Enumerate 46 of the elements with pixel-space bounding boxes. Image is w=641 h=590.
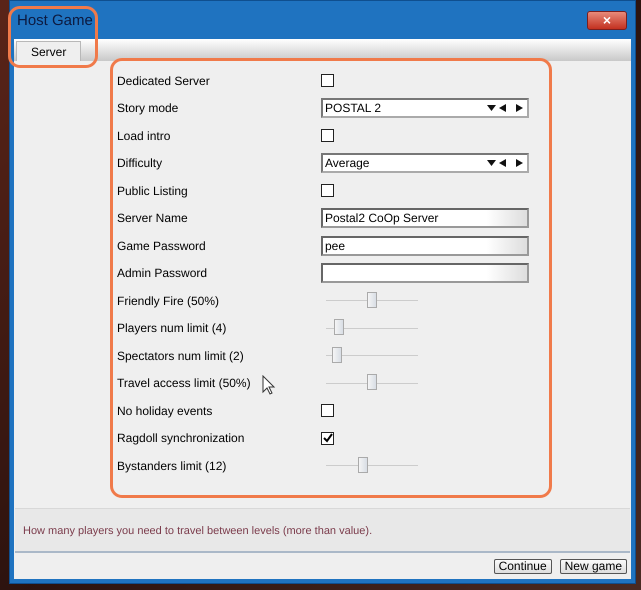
setting-label: Load intro <box>117 128 170 143</box>
dropdown[interactable]: POSTAL 2 <box>321 98 529 118</box>
setting-label: Bystanders limit (12) <box>117 458 226 473</box>
dropdown-value: Average <box>325 156 370 170</box>
checkbox[interactable] <box>321 404 334 418</box>
setting-label: No holiday events <box>117 404 212 418</box>
setting-label: Ragdoll synchronization <box>117 431 244 446</box>
slider[interactable] <box>326 322 418 334</box>
window-title: Host Game <box>17 12 93 28</box>
cursor-icon <box>262 375 276 395</box>
text-field[interactable]: Postal2 CoOp Server <box>321 208 529 228</box>
slider[interactable] <box>326 350 418 362</box>
checkbox[interactable] <box>321 184 334 198</box>
setting-label: Public Listing <box>117 184 188 198</box>
dropdown-arrows-icon[interactable] <box>487 158 525 168</box>
slider[interactable] <box>326 460 418 472</box>
slider-thumb[interactable] <box>334 319 344 336</box>
slider-thumb[interactable] <box>367 374 377 390</box>
setting-label: Difficulty <box>117 156 162 170</box>
dropdown-arrows-icon[interactable] <box>487 103 525 114</box>
setting-label: Players num limit (4) <box>117 321 226 336</box>
tab[interactable]: Server <box>16 41 82 61</box>
close-button[interactable]: × <box>587 10 627 30</box>
checkbox[interactable] <box>321 129 334 142</box>
setting-label: Dedicated Server <box>117 74 210 88</box>
checkbox[interactable] <box>321 432 334 445</box>
dialog-button[interactable]: Continue <box>494 558 552 574</box>
setting-label: Travel access limit (50%) <box>117 376 251 390</box>
slider-thumb[interactable] <box>367 292 377 308</box>
dropdown-value: POSTAL 2 <box>325 101 382 116</box>
text-field[interactable]: pee <box>321 236 529 256</box>
dropdown[interactable]: Average <box>321 153 529 174</box>
setting-label: Game Password <box>117 238 206 253</box>
hint-text: How many players you need to travel between levels (more than value). <box>23 525 372 537</box>
slider[interactable] <box>326 377 418 390</box>
dialog-button[interactable]: New game <box>560 558 627 574</box>
slider[interactable] <box>326 294 418 307</box>
setting-label: Server Name <box>117 211 188 226</box>
text-field[interactable] <box>321 263 529 284</box>
setting-label: Story mode <box>117 101 178 116</box>
setting-label: Friendly Fire (50%) <box>117 294 220 308</box>
slider-thumb[interactable] <box>358 456 368 473</box>
slider-thumb[interactable] <box>332 346 342 363</box>
setting-label: Spectators num limit (2) <box>117 348 244 363</box>
setting-label: Admin Password <box>117 266 208 280</box>
checkbox[interactable] <box>321 74 334 88</box>
